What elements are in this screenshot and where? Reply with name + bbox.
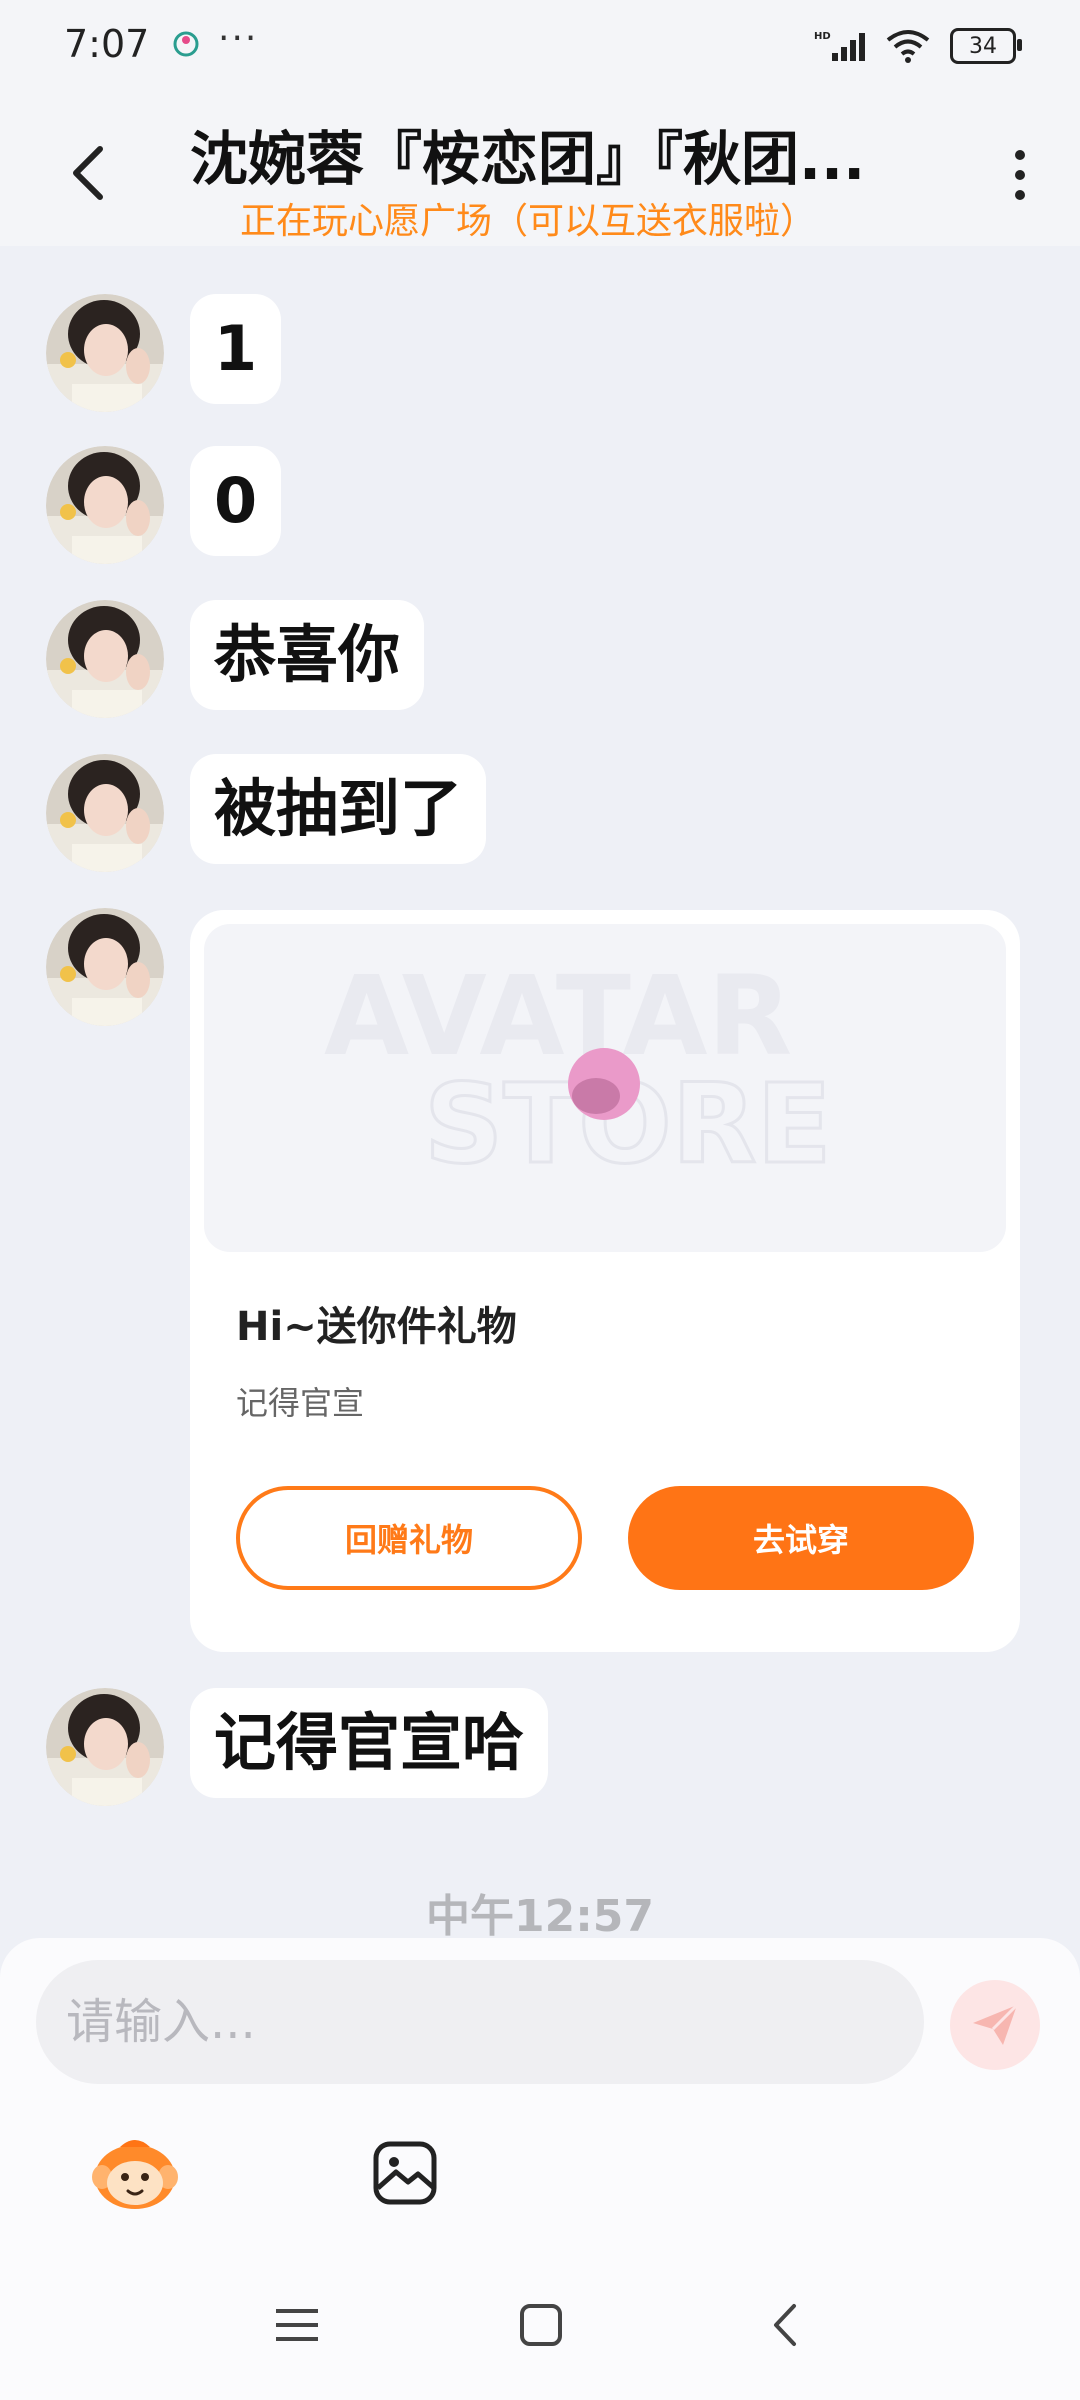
carrier-icon <box>173 31 199 57</box>
sender-avatar[interactable] <box>46 1688 164 1806</box>
system-nav-bar <box>0 2270 1080 2380</box>
system-back-button[interactable] <box>750 2290 820 2360</box>
try-on-button[interactable]: 去试穿 <box>628 1486 974 1590</box>
message-bubble[interactable]: 1 <box>190 294 282 404</box>
battery-level: 34 <box>969 33 997 59</box>
message-text: 被抽到了 <box>214 772 463 845</box>
message-bubble[interactable]: 恭喜你 <box>190 600 425 710</box>
monkey-sticker-icon <box>92 2140 178 2209</box>
battery-icon: 34 <box>950 28 1022 64</box>
message-text: 恭喜你 <box>214 618 401 691</box>
message-text: 0 <box>214 464 258 537</box>
svg-text:HD: HD <box>814 31 831 42</box>
recent-apps-button[interactable] <box>262 2290 332 2360</box>
wifi-icon <box>886 30 930 63</box>
chat-subtitle[interactable]: 正在玩心愿广场（可以互送衣服啦） <box>240 192 816 244</box>
send-icon <box>973 2003 1019 2045</box>
more-dot <box>1015 190 1025 200</box>
message-bubble[interactable]: 记得官宣哈 <box>190 1688 549 1798</box>
chevron-left-icon <box>774 2304 796 2346</box>
avatar-image <box>46 908 164 1026</box>
sender-avatar[interactable] <box>46 446 164 564</box>
avatar-image <box>46 294 164 412</box>
status-dots: ··· <box>218 18 259 59</box>
avatar-image <box>46 446 164 564</box>
status-bar: 7:07 ··· HD 34 <box>0 0 1080 96</box>
sender-avatar[interactable] <box>46 754 164 872</box>
avatar-image <box>46 1688 164 1806</box>
avatar-image <box>46 754 164 872</box>
home-button[interactable] <box>506 2290 576 2360</box>
menu-icon <box>276 2309 318 2341</box>
send-button[interactable] <box>950 1980 1040 2070</box>
image-icon <box>373 2141 437 2205</box>
sender-avatar[interactable] <box>46 294 164 412</box>
message-text: 记得官宣哈 <box>214 1706 525 1779</box>
sender-avatar[interactable] <box>46 600 164 718</box>
message-timestamp: 中午12:57 <box>425 1891 655 1942</box>
gift-preview-image[interactable]: AVATAR STORE <box>204 924 1006 1252</box>
sender-avatar[interactable] <box>46 908 164 1026</box>
back-button[interactable] <box>60 138 116 208</box>
message-text: 1 <box>214 312 258 385</box>
more-dot <box>1015 170 1025 180</box>
chevron-left-icon <box>73 146 103 200</box>
home-square-icon <box>520 2304 562 2346</box>
gift-title: Hi~送你件礼物 <box>236 1304 517 1350</box>
gift-card[interactable]: AVATAR STORE Hi~送你件礼物 记得官宣 回赠礼物 去试穿 <box>190 910 1020 1652</box>
gift-preview-graphic: AVATAR STORE <box>324 952 833 1190</box>
signal-icon: HD <box>814 31 865 61</box>
message-bubble[interactable]: 被抽到了 <box>190 754 487 864</box>
status-right-icons: HD 34 <box>814 28 1022 64</box>
return-gift-button[interactable]: 回赠礼物 <box>236 1486 582 1590</box>
gift-subtitle: 记得官宣 <box>236 1384 365 1422</box>
message-bubble[interactable]: 0 <box>190 446 282 556</box>
chat-title: 沈婉蓉『桉恋团』『秋团... <box>190 125 866 193</box>
message-input[interactable] <box>36 1960 924 2084</box>
status-time: 7:07 <box>64 22 150 66</box>
more-dot <box>1015 150 1025 160</box>
more-options-button[interactable] <box>1000 140 1040 210</box>
emoji-sticker-button[interactable] <box>90 2128 180 2218</box>
image-picker-button[interactable] <box>360 2128 450 2218</box>
chat-header: 沈婉蓉『桉恋团』『秋团... 正在玩心愿广场（可以互送衣服啦） <box>0 96 1080 246</box>
avatar-image <box>46 600 164 718</box>
